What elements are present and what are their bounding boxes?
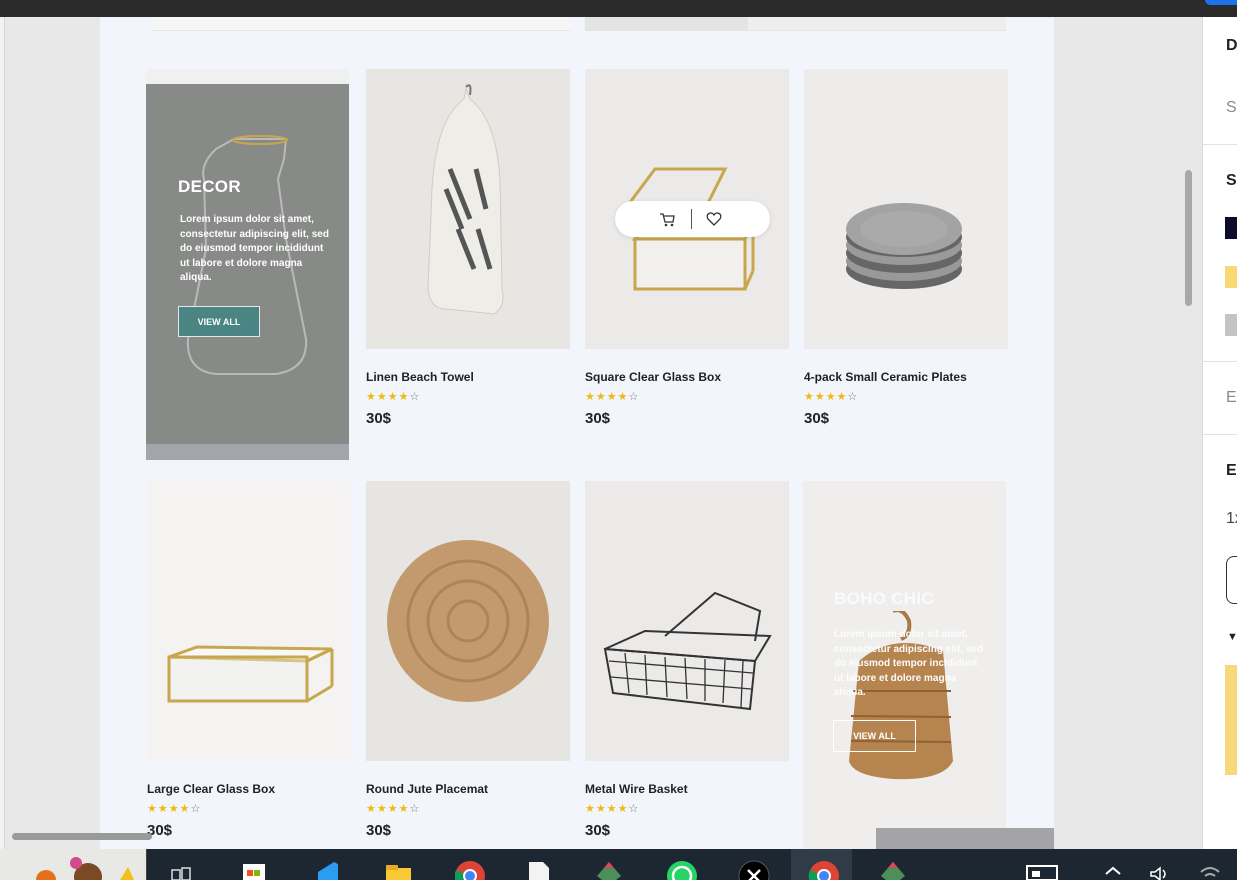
product-image[interactable]	[366, 481, 570, 761]
rating-stars: ★★★★☆	[366, 391, 421, 403]
plates-image	[846, 203, 962, 289]
rating-stars: ★★★★☆	[585, 803, 640, 815]
rating-stars: ★★★★☆	[147, 803, 202, 815]
product-name[interactable]: Large Clear Glass Box	[147, 782, 351, 796]
news-icon[interactable]	[1025, 858, 1058, 880]
product-name[interactable]: Metal Wire Basket	[585, 782, 789, 796]
product-card[interactable]: Large Clear Glass Box ★★★★☆ 30$	[147, 481, 351, 839]
product-card[interactable]: Metal Wire Basket ★★★★☆ 30$	[585, 481, 789, 839]
file-explorer-icon[interactable]	[385, 858, 412, 880]
window-top-bar	[0, 0, 1237, 17]
view-all-button[interactable]: VIEW ALL	[833, 720, 916, 752]
store-icon[interactable]	[241, 858, 267, 880]
product-price: 30$	[804, 410, 830, 427]
overlay-element	[876, 828, 1054, 849]
product-image[interactable]	[366, 69, 570, 349]
view-all-button[interactable]: VIEW ALL	[178, 306, 260, 337]
product-action-bar	[615, 201, 770, 237]
app-icon[interactable]	[596, 858, 622, 880]
rating-stars: ★★★★☆	[366, 803, 421, 815]
panel-label: S	[1226, 99, 1237, 116]
add-to-cart-button[interactable]	[1225, 665, 1237, 775]
color-swatch[interactable]	[1225, 217, 1237, 239]
chrome-active-icon[interactable]	[808, 858, 839, 880]
whatsapp-icon[interactable]	[666, 858, 697, 880]
product-page: DECOR Lorem ipsum dolor sit amet, consec…	[100, 17, 1054, 849]
taskbar	[0, 849, 1237, 880]
panel-label: E	[1226, 462, 1237, 479]
quantity-input[interactable]	[1226, 556, 1237, 604]
expand-triangle-icon[interactable]: ▼	[1227, 631, 1237, 643]
color-swatch[interactable]	[1225, 266, 1237, 288]
product-card[interactable]: Round Jute Placemat ★★★★☆ 30$	[366, 481, 570, 839]
panel-label: 1x	[1226, 510, 1237, 527]
left-gutter	[0, 17, 100, 849]
product-name[interactable]: 4-pack Small Ceramic Plates	[804, 370, 1008, 384]
product-card[interactable]: Linen Beach Towel ★★★★☆ 30$	[366, 69, 570, 427]
product-price: 30$	[147, 822, 173, 839]
product-price: 30$	[585, 822, 611, 839]
product-name[interactable]: Square Clear Glass Box	[585, 370, 789, 384]
color-swatch[interactable]	[1225, 314, 1237, 336]
product-image[interactable]	[585, 481, 789, 761]
vscode-icon[interactable]	[314, 858, 340, 880]
wifi-icon[interactable]	[1197, 858, 1223, 880]
panel-label: S	[1226, 172, 1237, 189]
product-image[interactable]	[804, 69, 1008, 349]
promo-title: DECOR	[178, 177, 241, 196]
product-image[interactable]	[585, 69, 789, 349]
product-price: 30$	[366, 410, 392, 427]
weather-widget[interactable]	[0, 849, 146, 880]
promo-boho-chic: BOHO CHIC Lorem ipsum dolor sit amet, co…	[803, 481, 1006, 849]
product-name[interactable]: Linen Beach Towel	[366, 370, 570, 384]
towel-image	[427, 84, 504, 315]
horizontal-scrollbar[interactable]	[12, 833, 152, 840]
previous-banner-left	[151, 17, 570, 31]
promo-decor: DECOR Lorem ipsum dolor sit amet, consec…	[146, 69, 349, 460]
chevron-up-icon[interactable]	[1100, 858, 1126, 880]
volume-icon[interactable]	[1147, 858, 1173, 880]
product-name[interactable]: Round Jute Placemat	[366, 782, 570, 796]
promo-text: Lorem ipsum dolor sit amet, consectetur …	[834, 629, 983, 699]
left-edge	[0, 17, 5, 849]
wire-basket-image	[603, 591, 772, 711]
rating-stars: ★★★★☆	[804, 391, 859, 403]
task-view-icon[interactable]	[168, 858, 194, 880]
panel-label: E	[1226, 389, 1237, 406]
panel-label: D	[1226, 37, 1237, 54]
product-price: 30$	[585, 410, 611, 427]
x-icon[interactable]	[738, 858, 770, 880]
app-icon-2[interactable]	[880, 858, 906, 880]
large-glass-box-image	[167, 645, 334, 703]
product-image[interactable]	[147, 481, 351, 761]
heart-icon[interactable]	[706, 211, 722, 227]
top-right-button[interactable]	[1205, 0, 1237, 5]
promo-text: Lorem ipsum dolor sit amet, consectetur …	[180, 214, 329, 284]
right-gutter	[1054, 17, 1202, 849]
chrome-icon[interactable]	[454, 858, 485, 880]
product-price: 30$	[366, 822, 392, 839]
placemat-image	[387, 540, 549, 702]
thanksgiving-widget-icon	[36, 857, 134, 880]
promo-title: BOHO CHIC	[834, 589, 934, 608]
cart-icon[interactable]	[659, 211, 675, 227]
previous-banner-right	[585, 17, 1006, 31]
rating-stars: ★★★★☆	[585, 391, 640, 403]
product-card[interactable]: 4-pack Small Ceramic Plates ★★★★☆ 30$	[804, 69, 1008, 427]
side-panel: D S S E E 1x ▼	[1202, 17, 1237, 849]
product-card[interactable]: Square Clear Glass Box ★★★★☆ 30$	[585, 69, 789, 427]
document-icon[interactable]	[527, 858, 553, 880]
vertical-scrollbar[interactable]	[1185, 170, 1192, 306]
